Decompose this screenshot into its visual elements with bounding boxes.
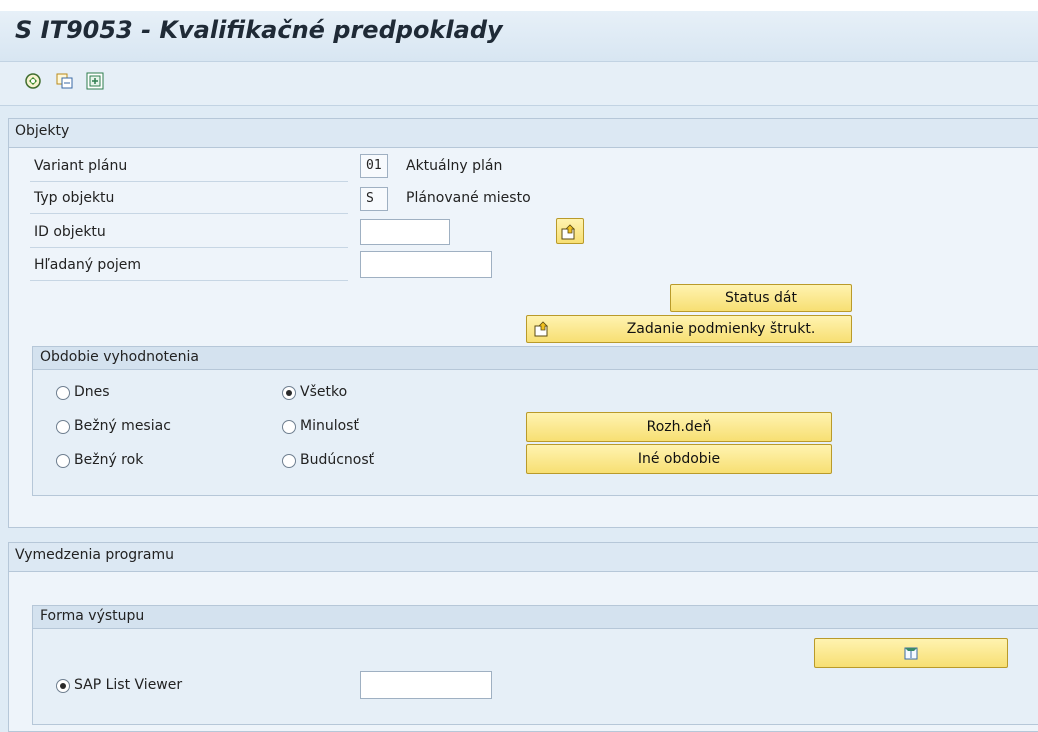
- row-divider: [30, 247, 348, 248]
- radio-current-month-label: Bežný mesiac: [74, 418, 171, 434]
- search-term-label: Hľadaný pojem: [34, 257, 142, 273]
- output-format-header: Forma výstupu: [33, 606, 1038, 629]
- radio-past[interactable]: [282, 420, 296, 434]
- radio-past-label: Minulosť: [300, 418, 359, 434]
- plan-variant-field[interactable]: 01: [360, 154, 388, 178]
- row-divider: [30, 181, 348, 182]
- radio-all[interactable]: [282, 386, 296, 400]
- radio-sap-list-viewer[interactable]: [56, 679, 70, 693]
- radio-all-label: Všetko: [300, 384, 348, 400]
- sap-list-viewer-label: SAP List Viewer: [74, 677, 183, 693]
- layout-selection-button[interactable]: [814, 638, 1008, 668]
- object-id-input[interactable]: [360, 219, 450, 245]
- row-divider: [30, 213, 348, 214]
- key-date-button[interactable]: Rozh.deň: [526, 412, 832, 442]
- object-type-text: Plánované miesto: [406, 190, 531, 206]
- radio-today-label: Dnes: [74, 384, 110, 400]
- layout-icon: [904, 647, 918, 660]
- save-variant-icon[interactable]: [86, 72, 104, 90]
- plan-variant-text: Aktuálny plán: [406, 158, 503, 174]
- data-status-button[interactable]: Status dát: [670, 284, 852, 312]
- radio-current-year-label: Bežný rok: [74, 452, 144, 468]
- top-strip: [0, 0, 1038, 11]
- execute-icon[interactable]: [24, 72, 42, 90]
- row-divider: [30, 280, 348, 281]
- copy-variant-icon[interactable]: [56, 72, 74, 90]
- object-id-label: ID objektu: [34, 224, 106, 240]
- evaluation-period-header: Obdobie vyhodnotenia: [33, 347, 1038, 370]
- other-period-button[interactable]: Iné obdobie: [526, 444, 832, 474]
- radio-future[interactable]: [282, 454, 296, 468]
- radio-today[interactable]: [56, 386, 70, 400]
- layout-variant-input[interactable]: [360, 671, 492, 699]
- application-toolbar: [0, 62, 1038, 106]
- radio-current-month[interactable]: [56, 420, 70, 434]
- structure-condition-label: Zadanie podmienky štrukt.: [626, 321, 816, 337]
- object-type-label: Typ objektu: [34, 190, 115, 206]
- objects-panel-header: Objekty: [9, 119, 1038, 148]
- plan-variant-label: Variant plánu: [34, 158, 128, 174]
- structure-condition-button[interactable]: Zadanie podmienky štrukt.: [526, 315, 852, 343]
- program-restrictions-header: Vymedzenia programu: [9, 543, 1038, 572]
- radio-current-year[interactable]: [56, 454, 70, 468]
- object-type-field[interactable]: S: [360, 187, 388, 211]
- search-term-input[interactable]: [360, 251, 492, 278]
- arrow-in-box-icon: [561, 224, 575, 240]
- page-title: S IT9053 - Kvalifikačné predpoklady: [15, 16, 503, 44]
- radio-future-label: Budúcnosť: [300, 452, 375, 468]
- object-id-selection-button[interactable]: [556, 218, 584, 244]
- arrow-in-box-icon: [533, 320, 553, 347]
